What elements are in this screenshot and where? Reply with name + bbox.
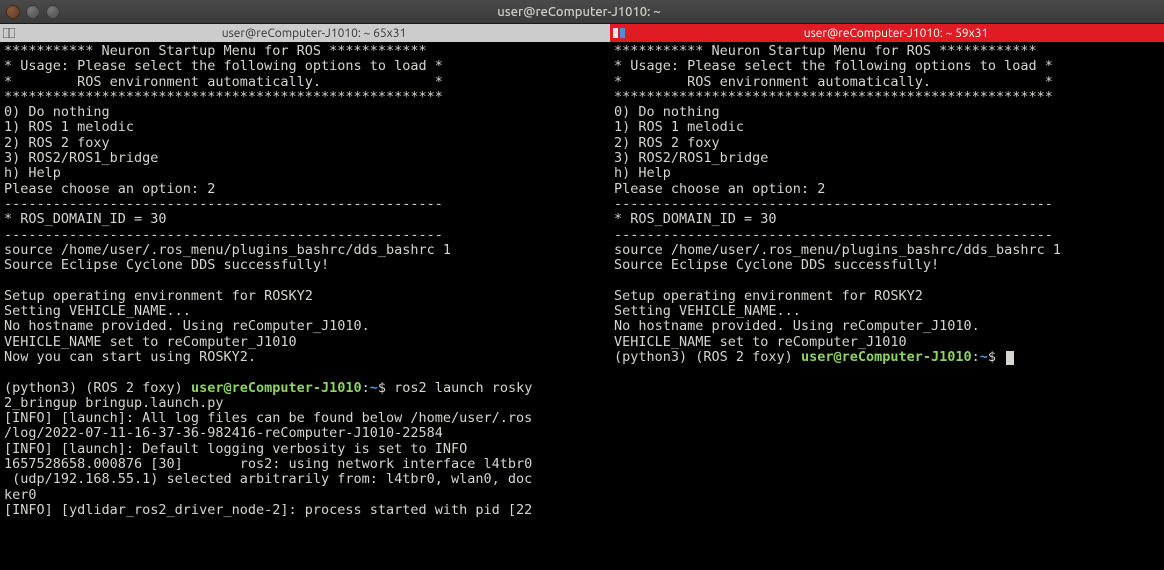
- split-container: user@reComputer-J1010: ~ 65x31 *********…: [0, 24, 1164, 570]
- text-line: VEHICLE_NAME set to reComputer_J1010: [4, 334, 297, 350]
- text-line: Setting VEHICLE_NAME...: [614, 303, 801, 319]
- pane-split-icon: [610, 24, 628, 42]
- text-line: ----------------------------------------…: [4, 227, 443, 243]
- text-line: 0) Do nothing: [4, 104, 110, 120]
- pane-header-right[interactable]: user@reComputer-J1010: ~ 59x31: [610, 24, 1164, 42]
- prompt-path: ~: [980, 349, 988, 365]
- prompt-user: user@reComputer-J1010: [801, 349, 972, 365]
- text-line: * Usage: Please select the following opt…: [4, 58, 443, 74]
- terminal-left[interactable]: *********** Neuron Startup Menu for ROS …: [0, 42, 610, 570]
- text-line: 3) ROS2/ROS1_bridge: [614, 150, 768, 166]
- text-line: h) Help: [614, 165, 671, 181]
- text-line: Source Eclipse Cyclone DDS successfully!: [614, 257, 939, 273]
- text-line: Setting VEHICLE_NAME...: [4, 303, 191, 319]
- prompt-colon: :: [362, 380, 370, 396]
- text-line: 3) ROS2/ROS1_bridge: [4, 150, 158, 166]
- prompt-user: user@reComputer-J1010: [191, 380, 362, 396]
- terminal-pane-right: user@reComputer-J1010: ~ 59x31 *********…: [610, 24, 1164, 570]
- terminal-pane-left: user@reComputer-J1010: ~ 65x31 *********…: [0, 24, 610, 570]
- text-line: source /home/user/.ros_menu/plugins_bash…: [614, 242, 1061, 258]
- prompt-path: ~: [370, 380, 378, 396]
- pane-header-left[interactable]: user@reComputer-J1010: ~ 65x31: [0, 24, 610, 42]
- text-line: ----------------------------------------…: [4, 196, 443, 212]
- prompt-dollar: $: [988, 349, 1004, 365]
- text-line: * Usage: Please select the following opt…: [614, 58, 1053, 74]
- prompt-colon: :: [972, 349, 980, 365]
- text-line: *********** Neuron Startup Menu for ROS …: [614, 43, 1037, 59]
- text-line: * ROS_DOMAIN_ID = 30: [614, 211, 777, 227]
- log-line: 1657528658.000876 [30] ros2: using netwo…: [4, 456, 532, 503]
- log-line: [INFO] [launch]: Default logging verbosi…: [4, 441, 467, 457]
- cursor-icon: [1006, 351, 1014, 365]
- log-line: [INFO] [launch]: All log files can be fo…: [4, 410, 532, 441]
- prompt-env: (python3) (ROS 2 foxy): [4, 380, 191, 396]
- text-line: 1) ROS 1 melodic: [4, 119, 134, 135]
- text-line: 2) ROS 2 foxy: [614, 135, 720, 151]
- text-line: ****************************************…: [614, 89, 1053, 105]
- pane-split-icon: [0, 24, 18, 42]
- text-line: 2) ROS 2 foxy: [4, 135, 110, 151]
- text-line: Setup operating environment for ROSKY2: [4, 288, 313, 304]
- text-line: 1) ROS 1 melodic: [614, 119, 744, 135]
- text-line: ----------------------------------------…: [614, 196, 1053, 212]
- window-titlebar[interactable]: user@reComputer-J1010: ~: [0, 0, 1164, 24]
- pane-title-right: user@reComputer-J1010: ~ 59x31: [628, 27, 1164, 40]
- text-line: Please choose an option: 2: [4, 181, 215, 197]
- text-line: *********** Neuron Startup Menu for ROS …: [4, 43, 427, 59]
- text-line: ****************************************…: [4, 89, 443, 105]
- text-line: No hostname provided. Using reComputer_J…: [614, 318, 980, 334]
- pane-title-left: user@reComputer-J1010: ~ 65x31: [18, 27, 610, 40]
- terminal-right[interactable]: *********** Neuron Startup Menu for ROS …: [610, 42, 1164, 570]
- text-line: * ROS_DOMAIN_ID = 30: [4, 211, 167, 227]
- text-line: Please choose an option: 2: [614, 181, 825, 197]
- log-line: [INFO] [ydlidar_ros2_driver_node-2]: pro…: [4, 502, 532, 518]
- text-line: 0) Do nothing: [614, 104, 720, 120]
- text-line: * ROS environment automatically. *: [4, 74, 443, 90]
- text-line: Source Eclipse Cyclone DDS successfully!: [4, 257, 329, 273]
- text-line: * ROS environment automatically. *: [614, 74, 1053, 90]
- window-title: user@reComputer-J1010: ~: [0, 5, 1158, 19]
- text-line: source /home/user/.ros_menu/plugins_bash…: [4, 242, 451, 258]
- prompt-dollar: $: [378, 380, 394, 396]
- text-line: h) Help: [4, 165, 61, 181]
- prompt-env: (python3) (ROS 2 foxy): [614, 349, 801, 365]
- text-line: ----------------------------------------…: [614, 227, 1053, 243]
- text-line: Setup operating environment for ROSKY2: [614, 288, 923, 304]
- text-line: VEHICLE_NAME set to reComputer_J1010: [614, 334, 907, 350]
- text-line: No hostname provided. Using reComputer_J…: [4, 318, 370, 334]
- text-line: Now you can start using ROSKY2.: [4, 349, 256, 365]
